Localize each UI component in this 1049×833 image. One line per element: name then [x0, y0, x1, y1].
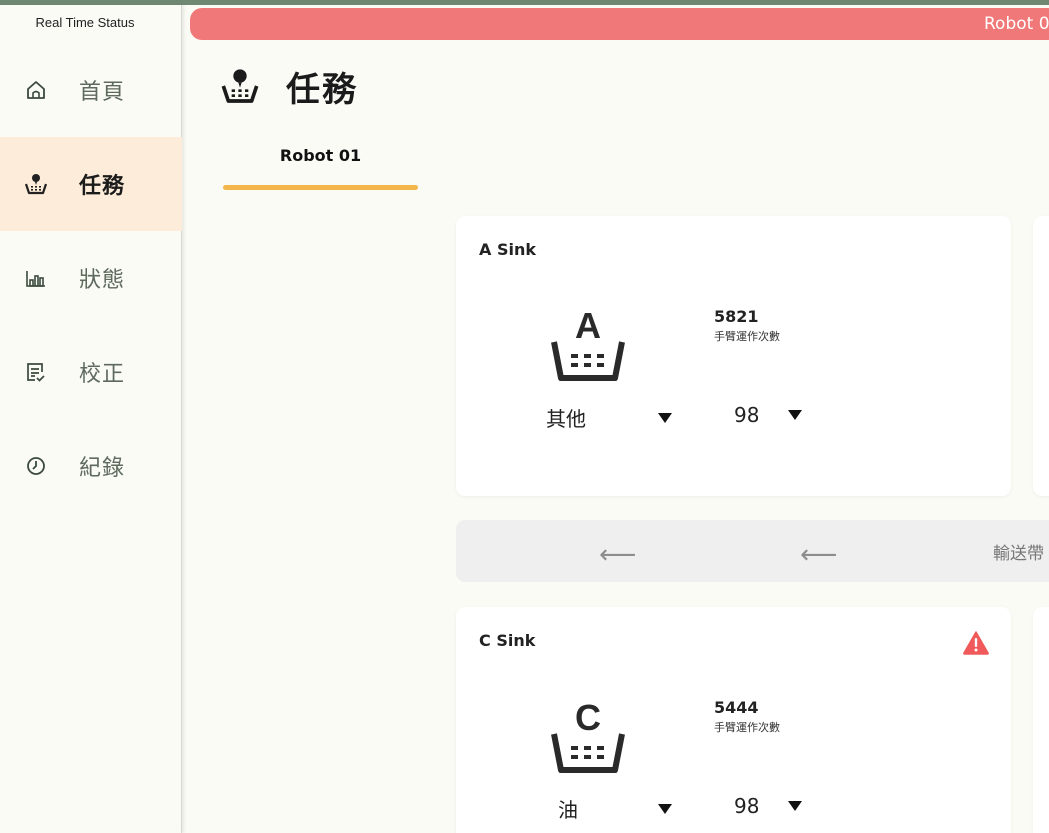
- category-select[interactable]: 油: [558, 794, 672, 823]
- number-select[interactable]: 98: [734, 794, 802, 818]
- chevron-down-icon: [788, 410, 802, 420]
- active-tab-indicator: [223, 185, 418, 190]
- category-select[interactable]: 其他: [546, 403, 672, 432]
- chevron-down-icon: [658, 803, 672, 814]
- warning-icon[interactable]: [963, 631, 989, 655]
- page-title: 任務: [286, 70, 358, 110]
- sidebar-item-label: 校正: [79, 362, 126, 387]
- sidebar-item-label: 紀錄: [79, 456, 126, 481]
- category-select-value: 其他: [546, 407, 586, 431]
- sidebar-item-task[interactable]: 任務: [0, 137, 182, 231]
- number-select-value: 98: [734, 794, 760, 818]
- checklist-icon: [23, 359, 49, 385]
- sidebar: Real Time Status 首頁 任務 狀態 校正 紀錄: [0, 5, 182, 833]
- arm-operation-count-label: 手臂運作次數: [714, 721, 780, 734]
- sink-card-b-partial: [1033, 216, 1049, 496]
- sink-letter: C: [575, 697, 601, 738]
- conveyor-belt: ⟵ ⟵ 輸送帶: [456, 520, 1049, 582]
- card-title: A Sink: [479, 240, 536, 259]
- clock-icon: [23, 453, 49, 479]
- home-icon: [23, 77, 49, 103]
- conveyor-label: 輸送帶: [993, 544, 1044, 564]
- sink-basket-c-icon: C: [549, 694, 627, 774]
- chevron-down-icon: [658, 412, 672, 423]
- task-basket-icon: [220, 66, 260, 106]
- category-select-value: 油: [558, 798, 578, 822]
- arm-operation-count-label: 手臂運作次數: [714, 330, 780, 343]
- sidebar-item-records[interactable]: 紀錄: [0, 419, 182, 513]
- number-select-value: 98: [734, 403, 760, 427]
- sidebar-item-label: 狀態: [79, 268, 126, 293]
- chevron-down-icon: [788, 801, 802, 811]
- alert-banner-text: Robot 0: [984, 14, 1049, 34]
- sink-card-a: A Sink A 5821 手臂運作次數 其他 98: [456, 216, 1011, 496]
- sink-card-d-partial: [1033, 607, 1049, 833]
- arm-operation-count: 5821: [714, 307, 759, 326]
- sink-letter: A: [575, 305, 601, 346]
- sidebar-item-calibration[interactable]: 校正: [0, 325, 182, 419]
- arm-operation-count: 5444: [714, 698, 759, 717]
- left-arrow-icon: ⟵: [599, 540, 637, 570]
- sink-basket-a-icon: A: [549, 302, 627, 382]
- left-arrow-icon: ⟵: [800, 540, 838, 570]
- sidebar-item-label: 任務: [79, 174, 126, 199]
- alert-banner[interactable]: Robot 0: [190, 8, 1049, 40]
- card-title: C Sink: [479, 631, 536, 650]
- sidebar-item-label: 首頁: [79, 80, 126, 105]
- number-select[interactable]: 98: [734, 403, 802, 427]
- task-basket-icon: [23, 171, 49, 197]
- app-title: Real Time Status: [35, 15, 135, 30]
- tab-robot-01[interactable]: Robot 01: [223, 146, 418, 165]
- sink-card-c: C Sink C 5444 手臂運作次數 油 98: [456, 607, 1011, 833]
- bar-chart-icon: [23, 265, 49, 291]
- sidebar-item-status[interactable]: 狀態: [0, 231, 182, 325]
- sidebar-item-home[interactable]: 首頁: [0, 43, 182, 137]
